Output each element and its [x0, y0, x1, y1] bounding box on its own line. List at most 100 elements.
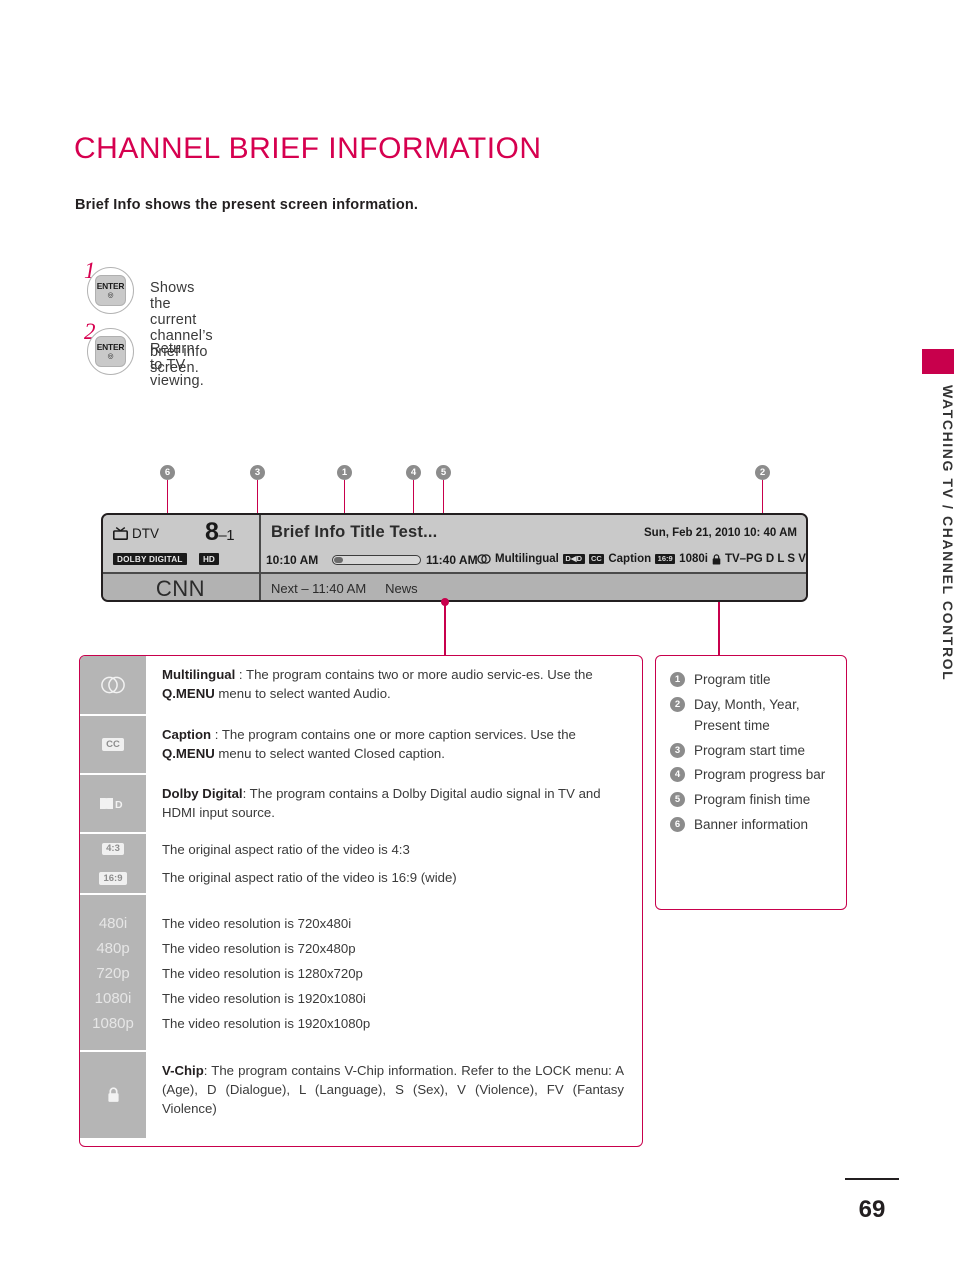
enter-dot-icon: ◎ [107, 291, 114, 299]
legend-body-multilingual-a: : The program contains two or more audio… [235, 667, 593, 682]
cc-icon: CC [80, 716, 146, 773]
callout-marker-5: 5 [436, 465, 451, 480]
legend-text-1080i: The video resolution is 1920x1080i [162, 990, 366, 1006]
legend-row-720p: 720p The video resolution is 1280x720p [80, 961, 642, 986]
legend-badge-5: 5 [670, 791, 685, 807]
numbered-legend-item: 1 Program title [670, 669, 836, 691]
legend-text-dolby: Dolby Digital: The program contains a Do… [146, 775, 642, 832]
resolution-480i-label: 480i [98, 915, 128, 932]
legend-body-multilingual-b: menu to select wanted Audio. [214, 686, 391, 702]
resolution-480p-label: 480p [96, 940, 130, 957]
legend-text-aspect-4-3: The original aspect ratio of the video i… [162, 842, 410, 857]
next-program-time: Next – 11:40 AM [271, 581, 367, 596]
legend-text-vchip: V-Chip: The program contains V-Chip info… [146, 1052, 642, 1138]
legend-label-3: Program start time [694, 742, 806, 758]
enter-button-2[interactable]: ENTER ◎ [87, 328, 134, 375]
legend-label-2: Day, Month, Year, Present time [694, 696, 800, 734]
multilingual-icon [477, 554, 491, 564]
legend-qmenu-1: Q.MENU [162, 686, 215, 702]
numbered-legend-item: 3 Program start time [670, 740, 836, 762]
multilingual-label: Multilingual [495, 553, 559, 565]
channel-minor: –1 [218, 527, 235, 544]
callout-marker-2: 2 [755, 465, 770, 480]
aspect-16-9-chip: 16:9 [99, 872, 127, 885]
program-finish-time: 11:40 AM [426, 553, 478, 567]
enter-key-label-1: ENTER [96, 281, 125, 292]
numbered-legend-item: 5 Program finish time [670, 789, 836, 811]
lock-icon [80, 1052, 146, 1138]
program-title: Brief Info Title Test... [271, 523, 438, 541]
legend-label-6: Banner information [694, 816, 809, 832]
program-progress-bar [332, 555, 421, 565]
legend-body-vchip: : The program contains V-Chip informatio… [162, 1063, 624, 1117]
legend-row-dolby: D Dolby Digital: The program contains a … [80, 775, 642, 832]
resolution-1080i-icon: 1080i [80, 986, 146, 1011]
resolution-1080i-label: 1080i [94, 990, 132, 1007]
legend-row-1080i: 1080i The video resolution is 1920x1080i [80, 986, 642, 1011]
legend-text-480p: The video resolution is 720x480p [162, 940, 356, 956]
legend-term-vchip: V-Chip [162, 1063, 204, 1078]
legend-badge-1: 1 [670, 672, 685, 687]
numbered-legend-item: 2 Day, Month, Year, Present time [670, 694, 836, 737]
legend-row-multilingual: Multilingual : The program contains two … [80, 656, 642, 714]
legend-row-480i: 480i The video resolution is 720x480i [80, 911, 642, 936]
hd-badge: HD [199, 553, 219, 565]
banner-vertical-divider [259, 515, 261, 600]
dolby-digital-icon: D [80, 775, 146, 832]
dolby-digital-badge: DOLBY DIGITAL [113, 553, 187, 565]
legend-row-1080p: 1080p The video resolution is 1920x1080p [80, 1011, 642, 1036]
caption-label: Caption [608, 553, 652, 565]
page-number: 69 [858, 1196, 886, 1223]
resolution-720p-label: 720p [96, 965, 130, 982]
enter-key-label-2: ENTER [96, 342, 125, 353]
legend-text-1080p: The video resolution is 1920x1080p [162, 1015, 371, 1031]
channel-name: CNN [155, 575, 206, 601]
legend-text-720p: The video resolution is 1280x720p [162, 965, 363, 981]
legend-row-caption: CC Caption : The program contains one or… [80, 716, 642, 773]
callout-marker-3: 3 [250, 465, 265, 480]
lock-icon [712, 553, 721, 564]
program-progress-fill [334, 557, 343, 563]
icon-legend-box: Multilingual : The program contains two … [79, 655, 643, 1147]
page-number-rule [845, 1178, 899, 1180]
enter-button-1[interactable]: ENTER ◎ [87, 267, 134, 314]
legend-label-4: Program progress bar [694, 767, 826, 783]
callout-marker-1: 1 [337, 465, 352, 480]
enter-key-face-2: ENTER ◎ [95, 336, 126, 367]
legend-row-vchip: V-Chip: The program contains V-Chip info… [80, 1052, 642, 1138]
numbered-legend-item: 6 Banner information [670, 814, 836, 836]
legend-text-480i: The video resolution is 720x480i [162, 915, 352, 931]
resolution-720p-icon: 720p [80, 961, 146, 986]
multilingual-icon [80, 656, 146, 714]
dolby-digital-icon: D◀D [562, 553, 585, 565]
resolution-1080p-icon: 1080p [80, 1011, 146, 1036]
cc-chip: CC [102, 738, 124, 751]
current-date-time: Sun, Feb 21, 2010 10: 40 AM [644, 527, 797, 539]
program-start-time: 10:10 AM [266, 553, 319, 567]
tv-info-banner: DTV 8–1 DOLBY DIGITAL HD CNN Brief Info … [101, 513, 808, 602]
next-program-name: News [385, 581, 418, 596]
legend-badge-6: 6 [670, 816, 685, 832]
legend-text-aspect-16-9: The original aspect ratio of the video i… [162, 870, 457, 885]
connector-line-left-box [444, 602, 446, 655]
svg-text:D: D [115, 799, 123, 810]
resolution-spacer [80, 895, 642, 911]
aspect-4-3-chip: 4:3 [102, 842, 124, 856]
channel-major: 8 [205, 518, 219, 546]
enter-dot-icon: ◎ [107, 352, 114, 360]
resolution-label: 1080i [679, 553, 708, 565]
intro-text: Brief Info shows the present screen info… [75, 197, 419, 213]
legend-term-dolby: Dolby Digital [162, 786, 243, 801]
enter-key-face-1: ENTER ◎ [95, 275, 126, 306]
aspect-16-9-icon: 16:9 [80, 864, 146, 893]
callout-marker-6: 6 [160, 465, 175, 480]
tv-icon [113, 527, 128, 540]
legend-body-caption-a: : The program contains one or more capti… [211, 727, 576, 742]
legend-qmenu-2: Q.MENU [162, 746, 215, 762]
resolution-480p-icon: 480p [80, 936, 146, 961]
resolution-480i-icon: 480i [80, 911, 146, 936]
legend-text-multilingual: Multilingual : The program contains two … [146, 656, 642, 714]
legend-term-caption: Caption [162, 727, 212, 742]
connector-line-right-box [718, 602, 720, 655]
resolution-group: 480i The video resolution is 720x480i 48… [80, 895, 642, 1050]
